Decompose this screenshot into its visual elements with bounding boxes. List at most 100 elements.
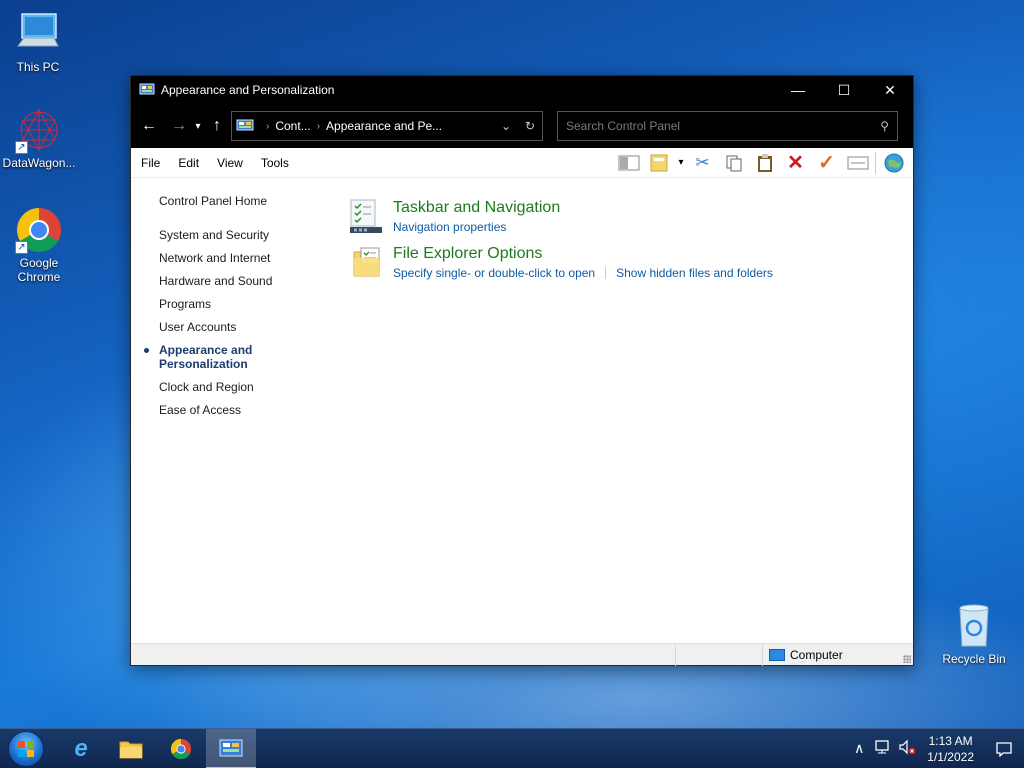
internet-explorer-icon: e <box>74 734 88 762</box>
cut-icon[interactable]: ✂ <box>687 150 718 176</box>
close-button[interactable]: ✕ <box>867 76 913 104</box>
link-separator <box>605 267 607 279</box>
desktop-icon-label: Google Chrome <box>17 256 61 284</box>
category-title[interactable]: File Explorer Options <box>393 244 773 264</box>
delete-icon[interactable]: ✕ <box>780 150 811 176</box>
nav-hardware-and-sound[interactable]: Hardware and Sound <box>159 274 329 288</box>
back-arrow-icon[interactable]: ← <box>137 112 161 140</box>
taskbar-icon <box>349 198 385 234</box>
folder-options-icon <box>349 244 385 280</box>
rename-icon[interactable] <box>842 150 873 176</box>
clock-date: 1/1/2022 <box>927 749 974 764</box>
search-box[interactable]: ⚲ <box>557 111 898 141</box>
status-computer-label: Computer <box>790 647 843 662</box>
navigation-properties-link[interactable]: Navigation properties <box>393 220 506 234</box>
show-hidden-icons-chevron-icon[interactable]: ∧ <box>847 740 871 757</box>
single-double-click-link[interactable]: Specify single- or double-click to open <box>393 266 595 280</box>
nav-appearance-and-personalization[interactable]: Appearance and Personalization <box>144 343 259 371</box>
nav-network-and-internet[interactable]: Network and Internet <box>159 251 329 265</box>
desktop-icon-recycle-bin[interactable]: Recycle Bin <box>936 602 1012 666</box>
clock-time: 1:13 AM <box>928 733 973 748</box>
category-taskbar-navigation: Taskbar and Navigation Navigation proper… <box>349 198 773 234</box>
breadcrumb-separator: › <box>266 120 270 132</box>
control-panel-icon <box>219 739 243 756</box>
toolbar-separator <box>875 151 876 174</box>
windows-logo-icon <box>8 730 44 767</box>
network-icon[interactable] <box>871 739 895 758</box>
globe-icon[interactable] <box>878 150 909 176</box>
taskbar-control-panel[interactable] <box>206 728 256 768</box>
desktop-icon-label: Recycle Bin <box>942 652 1006 666</box>
status-computer: Computer <box>763 648 843 662</box>
menu-bar: File Edit View Tools ▾ ✂ ✕ ✓ <box>131 148 913 178</box>
computer-icon <box>14 10 62 58</box>
navigation-bar: ← → ▾ ↑ › Cont... › Appearance and Pe...… <box>131 104 913 148</box>
nav-ease-of-access[interactable]: Ease of Access <box>159 403 329 417</box>
taskbar-chrome[interactable] <box>156 729 206 768</box>
menu-tools[interactable]: Tools <box>252 156 298 170</box>
title-bar[interactable]: Appearance and Personalization — ☐ ✕ <box>131 76 913 104</box>
up-arrow-icon[interactable]: ↑ <box>205 112 229 140</box>
desktop-icon-datawagon[interactable]: ↗ DataWagon... <box>1 106 77 170</box>
search-input[interactable] <box>566 119 881 133</box>
shortcut-arrow-icon: ↗ <box>15 241 28 254</box>
menu-edit[interactable]: Edit <box>169 156 208 170</box>
content-area: Control Panel Home System and Security N… <box>131 178 913 643</box>
nav-user-accounts[interactable]: User Accounts <box>159 320 329 334</box>
control-panel-icon <box>236 119 254 133</box>
breadcrumb-separator: › <box>316 120 321 132</box>
recycle-bin-icon <box>950 602 998 650</box>
address-bar[interactable]: › Cont... › Appearance and Pe... ⌄ ↻ <box>231 111 543 141</box>
properties-dropdown-chevron-icon[interactable]: ▾ <box>675 150 687 176</box>
taskbar: e ∧ 1:13 AM 1/1/2022 <box>0 728 1024 768</box>
desktop-icon-label: This PC <box>16 60 60 74</box>
desktop-icon-this-pc[interactable]: This PC <box>0 10 76 74</box>
folder-icon <box>119 741 143 758</box>
computer-icon <box>769 648 785 661</box>
control-panel-icon <box>139 83 155 97</box>
desktop-icon-label: DataWagon... <box>2 156 76 170</box>
breadcrumb-control-panel[interactable]: Cont... <box>275 119 310 133</box>
chrome-icon <box>170 738 192 759</box>
desktop-icon-chrome[interactable]: ↗ Google Chrome <box>1 206 77 284</box>
taskbar-internet-explorer[interactable]: e <box>56 729 106 768</box>
chrome-icon: ↗ <box>15 206 63 254</box>
paste-icon[interactable] <box>749 150 780 176</box>
properties-icon[interactable] <box>644 150 675 176</box>
control-panel-window: Appearance and Personalization — ☐ ✕ ← →… <box>130 75 914 666</box>
address-dropdown-chevron-icon[interactable]: ⌄ <box>494 119 518 133</box>
start-button[interactable] <box>0 729 52 768</box>
taskbar-file-explorer[interactable] <box>106 729 156 768</box>
category-title[interactable]: Taskbar and Navigation <box>393 198 560 218</box>
resize-grip[interactable] <box>903 655 911 663</box>
category-list: Taskbar and Navigation Navigation proper… <box>349 198 773 290</box>
menu-file[interactable]: File <box>131 156 169 170</box>
notification-center-icon[interactable] <box>984 741 1024 757</box>
search-icon[interactable]: ⚲ <box>880 119 889 133</box>
preview-pane-icon[interactable] <box>613 150 644 176</box>
forward-arrow-icon[interactable]: → <box>167 112 191 140</box>
menu-view[interactable]: View <box>208 156 252 170</box>
minimize-button[interactable]: — <box>775 76 821 104</box>
window-title: Appearance and Personalization <box>161 83 335 97</box>
volume-muted-icon[interactable] <box>895 739 919 758</box>
refresh-icon[interactable]: ↻ <box>518 119 542 133</box>
nav-system-and-security[interactable]: System and Security <box>159 228 329 242</box>
system-tray: ∧ 1:13 AM 1/1/2022 <box>847 729 1024 768</box>
recent-locations-chevron-icon[interactable]: ▾ <box>191 112 205 140</box>
copy-icon[interactable] <box>718 150 749 176</box>
clock[interactable]: 1:13 AM 1/1/2022 <box>927 733 974 765</box>
nav-programs[interactable]: Programs <box>159 297 329 311</box>
status-bar: Computer <box>131 643 913 666</box>
show-hidden-files-link[interactable]: Show hidden files and folders <box>616 266 773 280</box>
checkmark-icon[interactable]: ✓ <box>811 150 842 176</box>
left-navigation-pane: Control Panel Home System and Security N… <box>144 194 329 426</box>
nav-clock-and-region[interactable]: Clock and Region <box>159 380 329 394</box>
shortcut-arrow-icon: ↗ <box>15 141 28 154</box>
maximize-button[interactable]: ☐ <box>821 76 867 104</box>
toolbar: ▾ ✂ ✕ ✓ <box>613 148 909 178</box>
category-file-explorer-options: File Explorer Options Specify single- or… <box>349 244 773 280</box>
control-panel-home-link[interactable]: Control Panel Home <box>159 194 329 208</box>
datawagon-icon: ↗ <box>15 106 63 154</box>
breadcrumb-appearance[interactable]: Appearance and Pe... <box>326 119 442 133</box>
